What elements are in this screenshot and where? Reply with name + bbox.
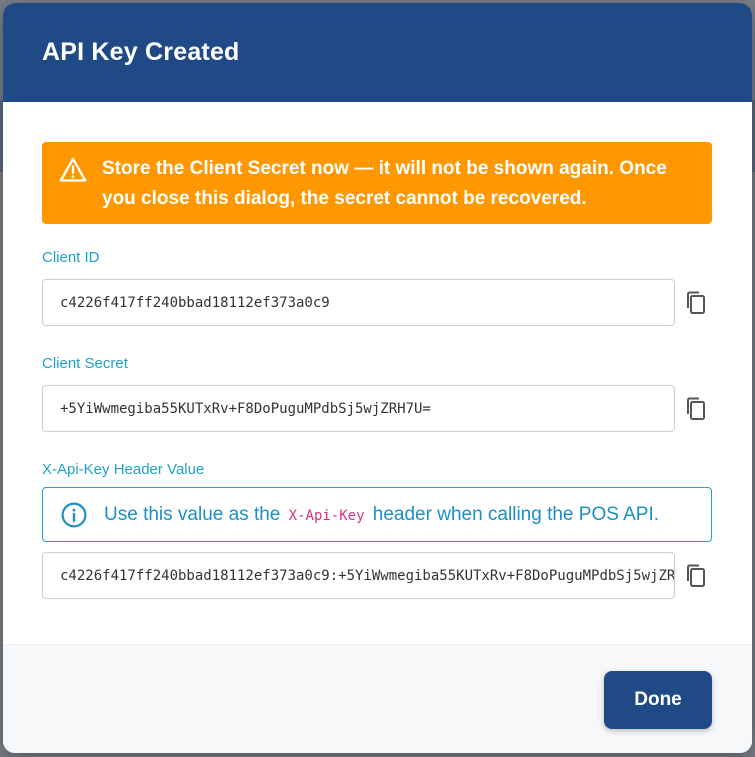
client-id-label: Client ID <box>42 249 100 266</box>
info-circle-icon <box>61 502 87 527</box>
api-key-header-field[interactable]: c4226f417ff240bbad18112ef373a0c9:+5YiWwm… <box>42 552 675 599</box>
warning-alert: Store the Client Secret now — it will no… <box>42 142 712 224</box>
copy-icon <box>687 291 705 314</box>
copy-client-id-button[interactable] <box>683 288 709 318</box>
api-key-created-dialog: API Key Created Store the Client Secret … <box>3 3 752 753</box>
info-text: Use this value as the X-Api-Key header w… <box>104 503 660 525</box>
dialog-header: API Key Created <box>3 3 752 102</box>
done-button[interactable]: Done <box>604 671 712 729</box>
api-key-header-label: X-Api-Key Header Value <box>42 461 205 478</box>
dialog-title: API Key Created <box>42 38 240 66</box>
warning-emphasis: not <box>431 158 461 179</box>
dialog-footer: Done <box>3 644 752 753</box>
client-secret-field[interactable]: +5YiWwmegiba55KUTxRv+F8DoPuguMPdbSj5wjZR… <box>42 385 675 432</box>
dialog-body: Store the Client Secret now — it will no… <box>3 102 752 644</box>
warning-text: Store the Client Secret now — it will no… <box>102 158 667 209</box>
copy-client-secret-button[interactable] <box>683 394 709 424</box>
client-secret-label: Client Secret <box>42 355 128 372</box>
info-alert: Use this value as the X-Api-Key header w… <box>42 487 712 542</box>
header-name-code: X-Api-Key <box>288 507 365 524</box>
copy-icon <box>687 397 705 420</box>
warning-triangle-icon <box>59 157 87 182</box>
copy-icon <box>687 564 705 587</box>
copy-api-key-header-button[interactable] <box>683 561 709 591</box>
client-id-field[interactable]: c4226f417ff240bbad18112ef373a0c9 <box>42 279 675 326</box>
